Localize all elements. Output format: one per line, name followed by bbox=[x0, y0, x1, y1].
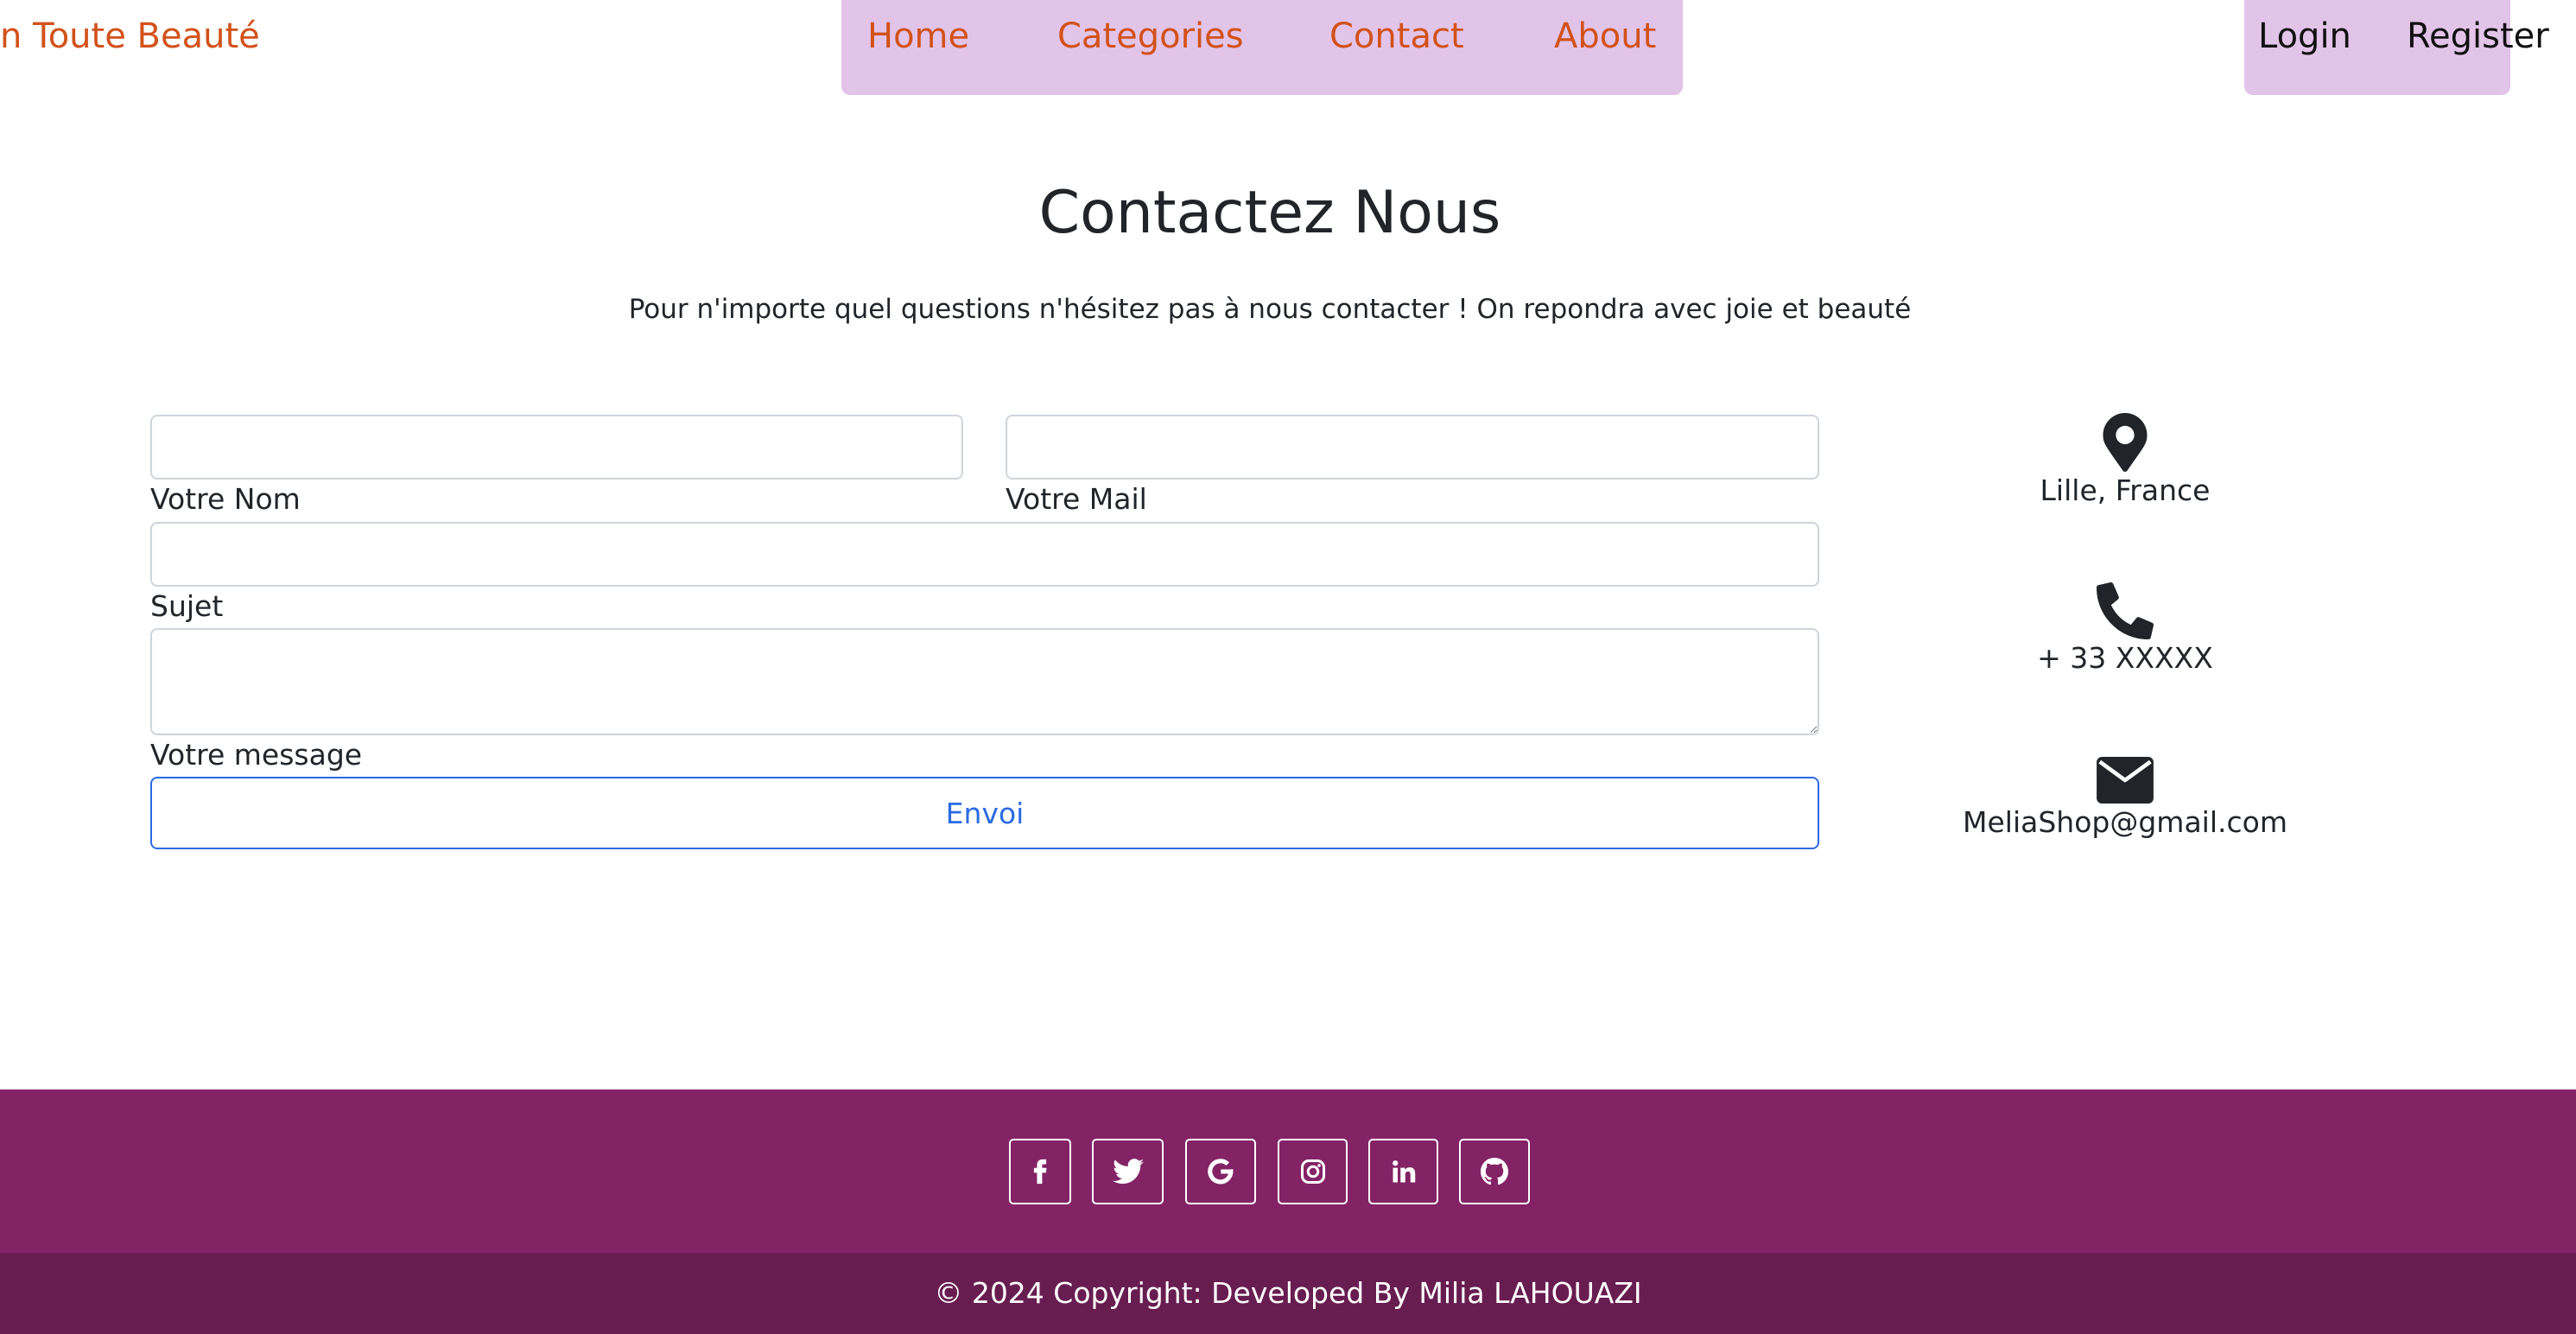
nav-link-contact[interactable]: Contact bbox=[1329, 12, 1464, 60]
twitter-button[interactable] bbox=[1092, 1139, 1164, 1204]
instagram-button[interactable] bbox=[1278, 1139, 1348, 1204]
github-button[interactable] bbox=[1459, 1139, 1530, 1204]
email-input[interactable] bbox=[1006, 415, 1819, 480]
twitter-icon bbox=[1112, 1159, 1144, 1185]
page-subtitle: Pour n'importe quel questions n'hésitez … bbox=[628, 294, 1912, 325]
copyright-text: © 2024 Copyright: Developed By Milia LAH… bbox=[0, 1253, 2576, 1334]
name-input[interactable] bbox=[150, 415, 963, 480]
email-info: MeliaShop@gmail.com bbox=[1928, 757, 2322, 842]
phone-text: + 33 XXXXX bbox=[2037, 641, 2213, 675]
register-link[interactable]: Register bbox=[2407, 12, 2549, 60]
submit-button[interactable]: Envoi bbox=[150, 777, 1819, 849]
subject-input[interactable] bbox=[150, 522, 1819, 587]
facebook-button[interactable] bbox=[1009, 1139, 1071, 1204]
email-text: MeliaShop@gmail.com bbox=[1963, 805, 2287, 839]
nav-link-categories[interactable]: Categories bbox=[1057, 12, 1244, 60]
subject-label: Sujet bbox=[150, 589, 224, 623]
linkedin-icon bbox=[1392, 1160, 1415, 1183]
map-marker-icon bbox=[2103, 413, 2148, 472]
footer bbox=[0, 1089, 2576, 1253]
google-icon bbox=[1208, 1159, 1234, 1185]
instagram-icon bbox=[1300, 1159, 1325, 1184]
facebook-icon bbox=[1033, 1159, 1047, 1185]
brand-logo[interactable]: n Toute Beauté bbox=[0, 12, 260, 60]
phone-info: + 33 XXXXX bbox=[1928, 582, 2322, 677]
nav-link-about[interactable]: About bbox=[1554, 12, 1656, 60]
phone-icon bbox=[2097, 582, 2154, 639]
github-icon bbox=[1481, 1158, 1508, 1185]
message-label: Votre message bbox=[150, 738, 363, 772]
login-link[interactable]: Login bbox=[2258, 12, 2351, 60]
location-text: Lille, France bbox=[2040, 473, 2211, 507]
google-button[interactable] bbox=[1185, 1139, 1256, 1204]
main-nav: Home Categories Contact About bbox=[841, 0, 1683, 95]
page-title: Contactez Nous bbox=[1038, 179, 1501, 247]
nav-link-home[interactable]: Home bbox=[867, 12, 969, 60]
email-label: Votre Mail bbox=[1006, 482, 1147, 516]
envelope-icon bbox=[2097, 757, 2154, 804]
linkedin-button[interactable] bbox=[1368, 1139, 1438, 1204]
message-textarea[interactable] bbox=[150, 628, 1819, 735]
auth-nav: Login Register bbox=[2244, 0, 2549, 95]
name-label: Votre Nom bbox=[150, 482, 301, 516]
location-info: Lille, France bbox=[1928, 413, 2322, 510]
